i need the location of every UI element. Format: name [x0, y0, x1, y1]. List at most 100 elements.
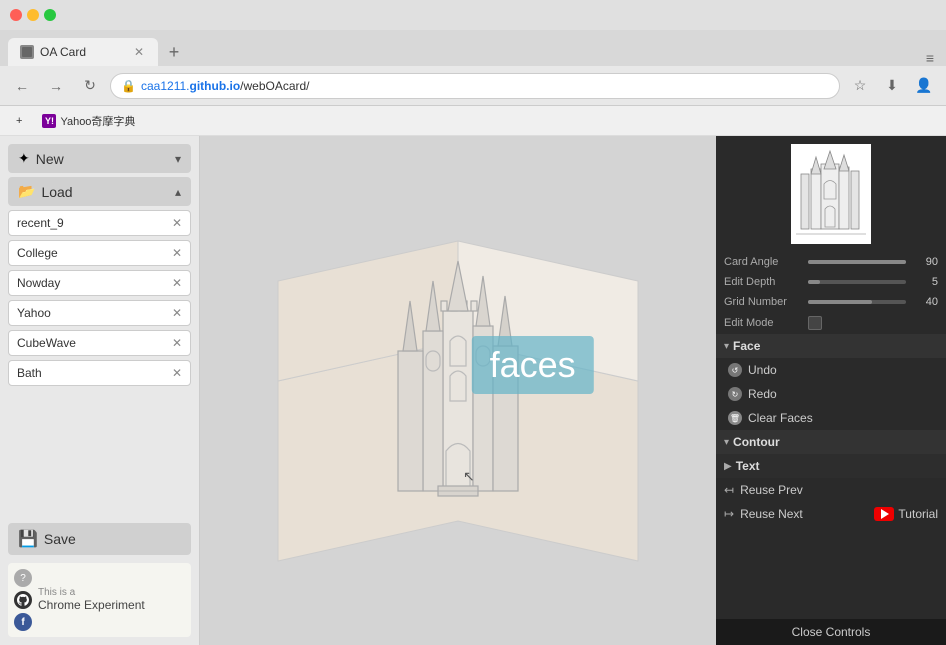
redo-button[interactable]: ↻ Redo [716, 382, 946, 406]
traffic-lights [10, 9, 56, 21]
tutorial-button[interactable]: Tutorial [874, 507, 938, 521]
saved-item-name: CubeWave [17, 336, 168, 350]
tab-close-btn[interactable]: ✕ [132, 45, 146, 59]
face-triangle-icon: ▾ [724, 341, 729, 352]
bookmark-star-icon[interactable]: ☆ [846, 72, 874, 100]
facebook-icon[interactable]: f [14, 613, 32, 631]
new-button[interactable]: ✦ New ▾ [8, 144, 191, 173]
contour-section-title: Contour [733, 435, 780, 449]
card-angle-slider[interactable] [808, 260, 906, 264]
edit-depth-slider[interactable] [808, 280, 906, 284]
toolbar: ← → ↻ 🔒 caa1211.github.io/webOAcard/ ☆ ⬇… [0, 66, 946, 106]
tutorial-label: Tutorial [898, 507, 938, 521]
download-icon[interactable]: ⬇ [878, 72, 906, 100]
trash-icon: 🗑 [728, 411, 742, 425]
card-svg: ↖ [268, 181, 648, 601]
remove-item-btn[interactable]: ✕ [172, 306, 182, 320]
close-controls-bar[interactable]: Close Controls [716, 619, 946, 645]
card-angle-row: Card Angle 90 [716, 252, 946, 272]
edit-depth-row: Edit Depth 5 [716, 272, 946, 292]
minimize-window-btn[interactable] [27, 9, 39, 21]
redo-icon: ↻ [728, 387, 742, 401]
edit-depth-value: 5 [910, 276, 938, 288]
grid-number-row: Grid Number 40 [716, 292, 946, 312]
reuse-next-row: ↦ Reuse Next Tutorial [716, 502, 946, 526]
clear-faces-button[interactable]: 🗑 Clear Faces [716, 406, 946, 430]
text-section-header[interactable]: ▶ Text [716, 454, 946, 478]
undo-icon: ↺ [728, 363, 742, 377]
right-panel: Card Angle 90 Edit Depth 5 Grid Number 4… [716, 136, 946, 645]
new-tab-btn[interactable]: + [162, 40, 186, 64]
this-is-a-label: This is a [38, 587, 145, 598]
text-section-title: Text [736, 459, 760, 473]
tab-favicon [20, 45, 34, 59]
ce-social-icons: ? f [14, 569, 32, 631]
svg-text:↖: ↖ [463, 468, 475, 484]
edit-mode-checkbox[interactable] [808, 316, 822, 330]
remove-item-btn[interactable]: ✕ [172, 246, 182, 260]
bookmarks-bar: + Y! Yahoo奇摩字典 [0, 106, 946, 136]
text-triangle-icon: ▶ [724, 461, 732, 472]
new-arrow: ▾ [175, 152, 181, 166]
edit-mode-row: Edit Mode [716, 312, 946, 334]
remove-item-btn[interactable]: ✕ [172, 276, 182, 290]
active-tab[interactable]: OA Card ✕ [8, 38, 158, 66]
toolbar-right: ☆ ⬇ 👤 [846, 72, 938, 100]
list-item: College ✕ [8, 240, 191, 266]
url-text: caa1211.github.io/webOAcard/ [141, 79, 310, 93]
refresh-btn[interactable]: ↻ [76, 72, 104, 100]
grid-number-slider[interactable] [808, 300, 906, 304]
chrome-experiment-badge: ? f This is a Chrome Experiment [8, 563, 191, 637]
new-label: New [36, 151, 169, 167]
contour-section-header[interactable]: ▾ Contour [716, 430, 946, 454]
account-icon[interactable]: 👤 [910, 72, 938, 100]
app-area: ✦ New ▾ 📂 Load ▴ recent_9 ✕ College ✕ No… [0, 136, 946, 645]
list-item: recent_9 ✕ [8, 210, 191, 236]
reuse-next-icon: ↦ [724, 507, 734, 521]
remove-item-btn[interactable]: ✕ [172, 216, 182, 230]
bookmark-yahoo[interactable]: Y! Yahoo奇摩字典 [34, 111, 143, 131]
address-bar[interactable]: 🔒 caa1211.github.io/webOAcard/ [110, 73, 840, 99]
saved-item-name: College [17, 246, 168, 260]
github-icon[interactable] [14, 591, 32, 609]
tab-bar: OA Card ✕ + ≡ [0, 30, 946, 66]
remove-item-btn[interactable]: ✕ [172, 336, 182, 350]
reuse-next-button[interactable]: ↦ Reuse Next [724, 507, 803, 521]
list-item: CubeWave ✕ [8, 330, 191, 356]
list-item: Bath ✕ [8, 360, 191, 386]
chrome-experiment-text: This is a Chrome Experiment [38, 587, 145, 612]
saved-item-name: Yahoo [17, 306, 168, 320]
list-item: Nowday ✕ [8, 270, 191, 296]
canvas-area[interactable]: ↖ faces [200, 136, 716, 645]
reuse-prev-icon: ↤ [724, 483, 734, 497]
remove-item-btn[interactable]: ✕ [172, 366, 182, 380]
redo-label: Redo [748, 387, 777, 401]
maximize-window-btn[interactable] [44, 9, 56, 21]
browser-frame: OA Card ✕ + ≡ ← → ↻ 🔒 caa1211.github.io/… [0, 0, 946, 645]
face-section-title: Face [733, 339, 760, 353]
help-icon[interactable]: ? [14, 569, 32, 587]
forward-btn[interactable]: → [42, 72, 70, 100]
tab-options-icon[interactable]: ≡ [926, 50, 934, 66]
lock-icon: 🔒 [121, 79, 135, 93]
card-angle-label: Card Angle [724, 256, 804, 268]
reuse-prev-button[interactable]: ↤ Reuse Prev [716, 478, 946, 502]
saved-item-name: recent_9 [17, 216, 168, 230]
url-domain: caa1211.github.io [141, 79, 240, 93]
undo-label: Undo [748, 363, 777, 377]
load-button[interactable]: 📂 Load ▴ [8, 177, 191, 206]
list-item: Yahoo ✕ [8, 300, 191, 326]
card-preview: ↖ [268, 181, 648, 601]
face-section-header[interactable]: ▾ Face [716, 334, 946, 358]
edit-depth-label: Edit Depth [724, 276, 804, 288]
left-panel: ✦ New ▾ 📂 Load ▴ recent_9 ✕ College ✕ No… [0, 136, 200, 645]
undo-button[interactable]: ↺ Undo [716, 358, 946, 382]
new-icon: ✦ [18, 150, 30, 167]
url-path: /webOAcard/ [240, 79, 309, 93]
back-btn[interactable]: ← [8, 72, 36, 100]
card-angle-value: 90 [910, 256, 938, 268]
save-button[interactable]: 💾 Save [8, 523, 191, 555]
card-thumbnail [791, 144, 871, 244]
add-bookmark-btn[interactable]: + [8, 113, 30, 129]
close-window-btn[interactable] [10, 9, 22, 21]
